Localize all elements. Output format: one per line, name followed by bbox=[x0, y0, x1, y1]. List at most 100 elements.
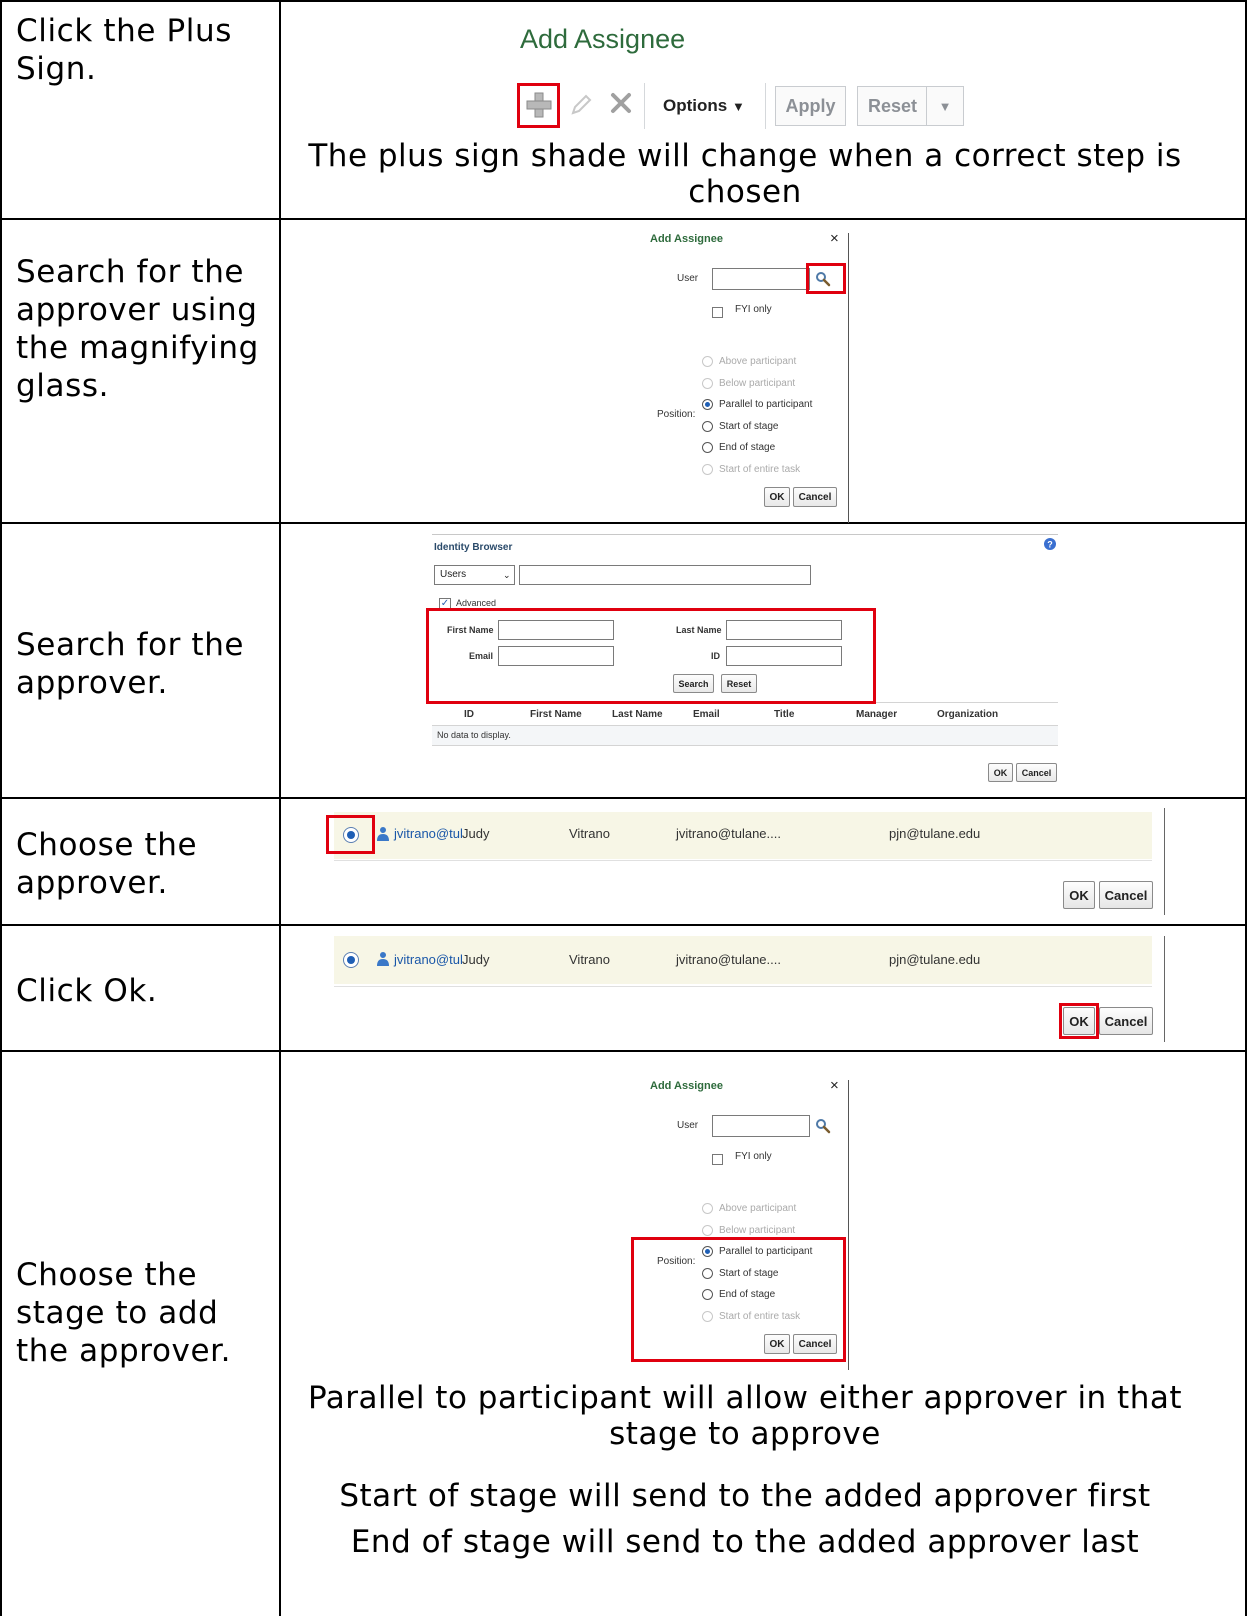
instruction-table: Click the Plus Sign. Add Assignee Option… bbox=[0, 0, 1247, 1616]
column-header-organization: Organization bbox=[937, 709, 999, 720]
row-divider bbox=[0, 924, 1247, 926]
last-name-cell: Vitrano bbox=[569, 826, 610, 841]
user-id-link[interactable]: jvitrano@tul bbox=[394, 952, 463, 967]
fyi-checkbox[interactable] bbox=[712, 1154, 723, 1165]
column-header-email: Email bbox=[693, 709, 720, 720]
pencil-icon[interactable] bbox=[568, 92, 594, 118]
column-header-last-name: Last Name bbox=[612, 709, 663, 720]
dialog-edge bbox=[848, 233, 849, 523]
panel-edge bbox=[1164, 936, 1165, 1042]
magnifying-glass-icon[interactable] bbox=[814, 1117, 832, 1135]
user-id-link[interactable]: jvitrano@tul bbox=[394, 826, 463, 841]
ok-button[interactable]: OK bbox=[1063, 881, 1095, 909]
add-assignee-title: Add Assignee bbox=[520, 24, 686, 54]
fyi-label: FYI only bbox=[735, 1151, 772, 1162]
column-header-title: Title bbox=[774, 709, 795, 720]
column-header-manager: Manager bbox=[856, 709, 898, 720]
cancel-button[interactable]: Cancel bbox=[1016, 763, 1057, 782]
chevron-down-icon: ⌄ bbox=[503, 570, 511, 580]
email-cell: jvitrano@tulane.... bbox=[676, 952, 781, 967]
email-cell: jvitrano@tulane.... bbox=[676, 826, 781, 841]
first-name-cell: Judy bbox=[462, 826, 490, 841]
user-icon bbox=[376, 826, 390, 842]
apply-button[interactable]: Apply bbox=[775, 86, 846, 126]
fyi-label: FYI only bbox=[735, 304, 772, 315]
step-text: Choose the approver. bbox=[16, 827, 198, 901]
note-text: The plus sign shade will change when a c… bbox=[308, 138, 1182, 210]
user-icon bbox=[376, 951, 390, 967]
row-rule bbox=[334, 860, 1152, 861]
result-row[interactable]: jvitrano@tul Judy Vitrano jvitrano@tulan… bbox=[334, 936, 1152, 984]
cancel-button[interactable]: Cancel bbox=[1099, 1007, 1153, 1035]
svg-text:?: ? bbox=[1047, 540, 1053, 550]
row-divider bbox=[0, 1050, 1247, 1052]
column-divider bbox=[279, 0, 281, 1616]
radio-above-participant bbox=[702, 1203, 713, 1214]
radio-label: End of stage bbox=[719, 442, 776, 453]
radio-above-participant bbox=[702, 356, 713, 367]
toolbar-separator bbox=[644, 83, 645, 129]
radio-label: Start of stage bbox=[719, 421, 779, 432]
manager-cell: pjn@tulane.edu bbox=[889, 952, 981, 967]
user-input[interactable] bbox=[712, 268, 810, 290]
reset-menu-button[interactable]: ▼ bbox=[926, 86, 964, 126]
step-text: Click Ok. bbox=[16, 973, 158, 1009]
radio-parallel-to-participant[interactable] bbox=[702, 399, 713, 410]
row-divider bbox=[0, 797, 1247, 799]
fyi-checkbox[interactable] bbox=[712, 307, 723, 318]
toolbar-separator bbox=[765, 83, 766, 129]
dropdown-arrow-icon: ▼ bbox=[938, 98, 952, 114]
user-label: User bbox=[677, 1120, 699, 1131]
dialog-title: Add Assignee bbox=[650, 233, 723, 245]
note-text: End of stage will send to the added appr… bbox=[350, 1524, 1140, 1560]
highlight-box bbox=[517, 83, 560, 128]
radio-below-participant bbox=[702, 1225, 713, 1236]
user-label: User bbox=[677, 273, 699, 284]
empty-row: No data to display. bbox=[432, 725, 1058, 746]
reset-button[interactable]: Reset bbox=[857, 86, 927, 126]
radio-below-participant bbox=[702, 378, 713, 389]
row-divider bbox=[0, 218, 1247, 220]
highlight-box bbox=[426, 608, 876, 704]
empty-message: No data to display. bbox=[437, 730, 511, 740]
column-header-first-name: First Name bbox=[530, 709, 582, 720]
delete-icon[interactable] bbox=[608, 90, 634, 116]
close-icon[interactable]: × bbox=[830, 1077, 839, 1094]
radio-end-of-stage[interactable] bbox=[702, 442, 713, 453]
highlight-box bbox=[1059, 1003, 1099, 1039]
dialog-edge bbox=[848, 1080, 849, 1370]
dialog-title: Add Assignee bbox=[650, 1080, 723, 1092]
note-text: Start of stage will send to the added ap… bbox=[339, 1478, 1151, 1514]
user-input[interactable] bbox=[712, 1115, 810, 1137]
table-border-top bbox=[0, 0, 1247, 2]
step-text: Search for the approver using the magnif… bbox=[16, 254, 259, 404]
help-icon[interactable]: ? bbox=[1043, 537, 1057, 551]
radio-label: Above participant bbox=[719, 356, 797, 367]
advanced-label: Advanced bbox=[456, 598, 497, 608]
dropdown-arrow-icon: ▼ bbox=[731, 99, 745, 114]
step-text: Click the Plus Sign. bbox=[16, 13, 232, 87]
result-row[interactable]: jvitrano@tul Judy Vitrano jvitrano@tulan… bbox=[334, 812, 1152, 859]
type-select-value: Users bbox=[440, 569, 467, 580]
first-name-cell: Judy bbox=[462, 952, 490, 967]
ok-button[interactable]: OK bbox=[988, 763, 1013, 782]
radio-start-of-entire-task bbox=[702, 464, 713, 475]
note-text: Parallel to participant will allow eithe… bbox=[307, 1380, 1183, 1452]
type-select[interactable]: Users ⌄ bbox=[434, 565, 515, 585]
search-input[interactable] bbox=[519, 565, 811, 585]
radio-label: Below participant bbox=[719, 1225, 796, 1236]
last-name-cell: Vitrano bbox=[569, 952, 610, 967]
radio-label: Parallel to participant bbox=[719, 399, 813, 410]
highlight-box bbox=[631, 1237, 846, 1362]
ok-button[interactable]: OK bbox=[764, 487, 790, 507]
step-text: Search for the approver. bbox=[16, 627, 245, 701]
select-radio[interactable] bbox=[343, 952, 359, 968]
close-icon[interactable]: × bbox=[830, 230, 839, 247]
row-divider bbox=[0, 522, 1247, 524]
radio-start-of-stage[interactable] bbox=[702, 421, 713, 432]
cancel-button[interactable]: Cancel bbox=[793, 487, 837, 507]
radio-label: Below participant bbox=[719, 378, 796, 389]
cancel-button[interactable]: Cancel bbox=[1099, 881, 1153, 909]
row-rule bbox=[334, 986, 1152, 987]
options-menu[interactable]: Options ▼ bbox=[663, 96, 745, 116]
